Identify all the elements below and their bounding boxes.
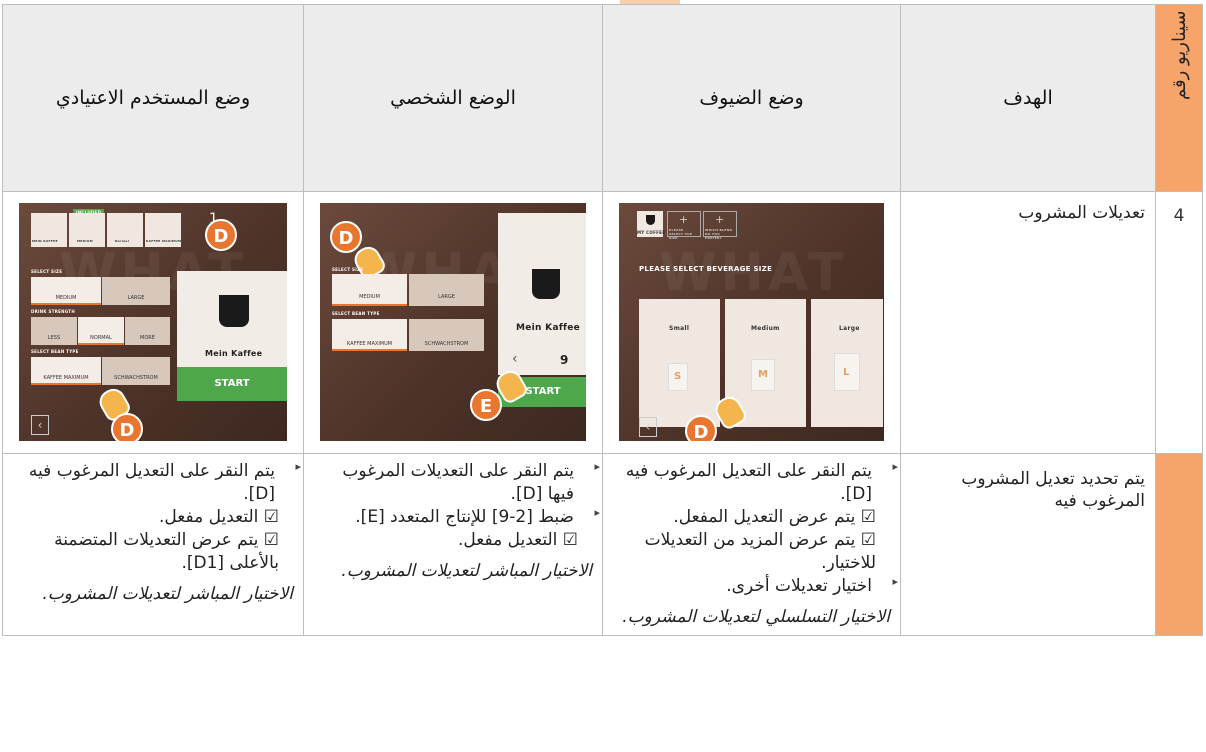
- size-large-label: Large: [839, 325, 860, 332]
- count-value[interactable]: 9: [560, 353, 569, 367]
- user-check-2: ☑ يتم عرض التعديلات المتضمنة بالأعلى [D1…: [54, 529, 279, 573]
- add-tile-1-label: PLEASE SELECT CUP SIZE: [669, 228, 693, 240]
- size-small-label: Small: [669, 325, 690, 332]
- select-size-label: SELECT SIZE: [332, 267, 364, 272]
- size-medium-option[interactable]: MEDIUM: [332, 274, 407, 306]
- text-row: يتم تحديد تعديل المشروب المرغوب فيه يتم …: [2, 453, 1203, 636]
- guest-screen: WHAT MY COFFEE + PLEASE SELECT CUP SIZE …: [619, 203, 884, 441]
- coffee-cup-image: [219, 295, 249, 327]
- bean-schwachstrom-option[interactable]: SCHWACHSTROM: [409, 319, 484, 351]
- side-label: سيناريو رقم: [1168, 11, 1190, 101]
- guest-steps: يتم النقر على التعديل المرغوب فيه [D]. ☑…: [602, 453, 901, 636]
- header-row: سيناريو رقم الهدف وضع الضيوف الوضع الشخص…: [2, 4, 1203, 192]
- back-button[interactable]: ‹: [31, 415, 49, 435]
- badge-d: D: [685, 415, 717, 441]
- start-button[interactable]: START: [177, 367, 287, 401]
- plus-icon: +: [679, 213, 689, 226]
- strength-more-option[interactable]: MORE: [125, 317, 170, 345]
- product-name: Mein Kaffee: [516, 323, 581, 333]
- product-name: Mein Kaffee: [205, 349, 263, 358]
- prompt-text: PLEASE SELECT BEVERAGE SIZE: [639, 265, 773, 273]
- add-tile-2-label: WHICH BLEND DO YOU PREFER?: [705, 228, 733, 240]
- select-bean-label: SELECT BEAN TYPE: [332, 311, 380, 316]
- cup-icon: [646, 215, 655, 225]
- personal-step-1: يتم النقر على التعديلات المرغوب فيها [D]…: [314, 460, 600, 506]
- user-steps: يتم النقر على التعديل المرغوب فيه [D]. ☑…: [2, 453, 304, 636]
- personal-step-2: ضبط [2-9] للإنتاج المتعدد [E].: [314, 506, 600, 529]
- select-bean-label: SELECT BEAN TYPE: [31, 349, 79, 354]
- strength-normal-option[interactable]: NORMAL: [78, 317, 124, 345]
- side-fill: [1155, 453, 1203, 636]
- letter-l: L: [843, 367, 850, 378]
- bg-watermark: WHAT: [659, 243, 848, 303]
- user-screen: WHAT INCLUDED MEIN KAFFEE MEDIUM Normal …: [19, 203, 287, 441]
- side-header: سيناريو رقم: [1155, 4, 1203, 192]
- bean-schwachstrom-option[interactable]: SCHWACHSTROM: [102, 357, 170, 385]
- document-page: سيناريو رقم الهدف وضع الضيوف الوضع الشخص…: [0, 0, 1206, 752]
- user-mode-header: وضع المستخدم الاعتيادي: [2, 4, 304, 192]
- personal-screen: WHAT D SELECT SIZE MEDIUM LARGE SELECT B…: [320, 203, 586, 441]
- my-coffee-label: MY COFFEE: [637, 230, 666, 235]
- user-check-1: ☑ التعديل مفعل.: [159, 506, 279, 527]
- personal-mode-header: الوضع الشخصي: [303, 4, 603, 192]
- goal-result: يتم تحديد تعديل المشروب المرغوب فيه: [900, 453, 1156, 636]
- guest-mode-header: وضع الضيوف: [602, 4, 901, 192]
- top-tile-4-label: KAFFEE MAXIMUM: [146, 239, 182, 243]
- badge-d: D: [330, 221, 362, 253]
- coffee-cup-image: [532, 269, 560, 299]
- letter-s: S: [674, 371, 682, 382]
- guest-check-1: ☑ يتم عرض التعديل المفعل.: [673, 506, 876, 527]
- guest-step-1: يتم النقر على التعديل المرغوب فيه [D].: [613, 460, 898, 506]
- letter-m: M: [758, 369, 769, 380]
- personal-steps: يتم النقر على التعديلات المرغوب فيها [D]…: [303, 453, 603, 636]
- badge-d: D: [111, 413, 143, 441]
- goal-header: الهدف: [900, 4, 1156, 192]
- size-large-option[interactable]: LARGE: [102, 277, 170, 305]
- size-large-option[interactable]: LARGE: [409, 274, 484, 306]
- plus-icon: +: [715, 213, 725, 226]
- goal-title: تعديلات المشروب: [900, 191, 1156, 454]
- scenario-table: سيناريو رقم الهدف وضع الضيوف الوضع الشخص…: [2, 4, 1203, 636]
- personal-note: الاختيار المباشر لتعديلات المشروب.: [341, 560, 592, 581]
- strength-less-option[interactable]: LESS: [31, 317, 77, 345]
- personal-check-1: ☑ التعديل مفعل.: [458, 529, 578, 550]
- top-tile-1-label: MEIN KAFFEE: [32, 239, 58, 243]
- select-size-label: SELECT SIZE: [31, 269, 63, 274]
- badge-d: D: [205, 219, 237, 251]
- chevron-left-icon[interactable]: ‹: [512, 351, 518, 367]
- user-screen-cell: WHAT INCLUDED MEIN KAFFEE MEDIUM Normal …: [2, 191, 304, 454]
- top-tile-2-label: MEDIUM: [77, 239, 93, 243]
- guest-check-2: ☑ يتم عرض المزيد من التعديلات للاختيار.: [644, 529, 876, 573]
- guest-note: الاختيار التسلسلي لتعديلات المشروب.: [622, 606, 890, 627]
- bean-kaffee-maximum-option[interactable]: KAFFEE MAXIMUM: [332, 319, 407, 351]
- user-note: الاختيار المباشر لتعديلات المشروب.: [42, 583, 293, 604]
- bean-kaffee-maximum-option[interactable]: KAFFEE MAXIMUM: [31, 357, 101, 385]
- personal-screen-cell: WHAT D SELECT SIZE MEDIUM LARGE SELECT B…: [303, 191, 603, 454]
- size-medium-label: Medium: [751, 325, 780, 332]
- back-button[interactable]: ‹: [639, 417, 657, 437]
- size-medium-option[interactable]: MEDIUM: [31, 277, 101, 305]
- drink-strength-label: DRINK STRENGTH: [31, 309, 75, 314]
- top-tile-3-label: Normal: [115, 239, 130, 243]
- badge-e: E: [470, 389, 502, 421]
- guest-screen-cell: WHAT MY COFFEE + PLEASE SELECT CUP SIZE …: [602, 191, 901, 454]
- user-step-1: يتم النقر على التعديل المرغوب فيه [D].: [13, 460, 301, 506]
- row-number: 4: [1155, 191, 1203, 454]
- guest-step-2: اختيار تعديلات أخرى.: [613, 575, 898, 598]
- image-row: 4 تعديلات المشروب WHAT MY COFFEE + PLEAS…: [2, 191, 1203, 454]
